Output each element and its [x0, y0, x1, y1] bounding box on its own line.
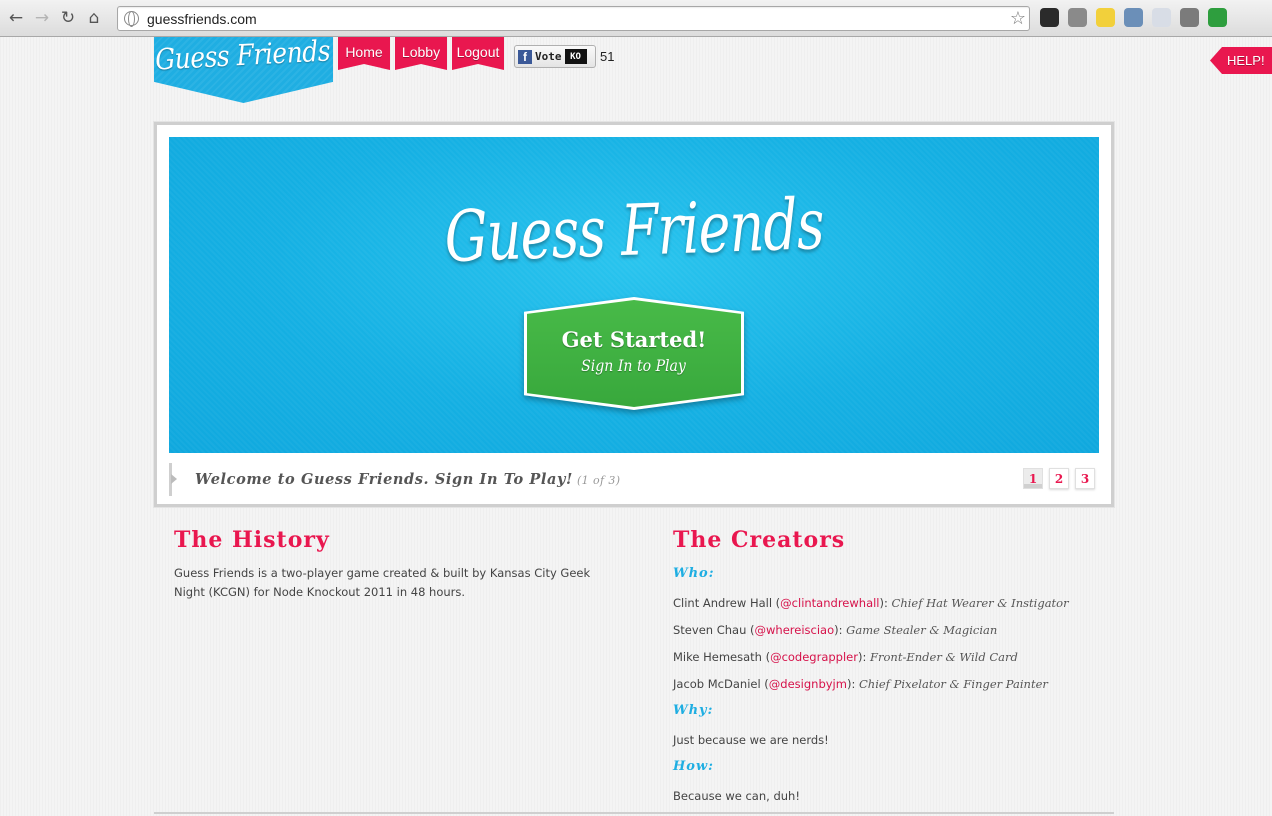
- why-label: Why:: [673, 703, 714, 718]
- get-started-button[interactable]: Get Started! Sign In to Play: [524, 297, 744, 410]
- page-button-1[interactable]: 1: [1023, 468, 1043, 489]
- creator-row: Clint Andrew Hall (@clintandrewhall): Ch…: [673, 596, 1069, 610]
- caption-count: (1 of 3): [576, 474, 621, 487]
- creator-name: Jacob McDaniel (: [673, 677, 769, 691]
- history-text: Guess Friends is a two-player game creat…: [174, 566, 591, 599]
- knockout-badge-icon: KO: [564, 49, 587, 64]
- home-icon[interactable]: ⌂: [81, 5, 107, 31]
- why-text: Just because we are nerds!: [673, 733, 829, 747]
- creator-name: Steven Chau (: [673, 623, 755, 637]
- caption-text: Welcome to Guess Friends. Sign In To Pla…: [195, 471, 621, 488]
- creator-row: Jacob McDaniel (@designbyjm): Chief Pixe…: [673, 677, 1048, 691]
- octocat-icon[interactable]: [1040, 8, 1059, 27]
- eyedropper-icon[interactable]: [1124, 8, 1143, 27]
- history-title: The History: [174, 527, 330, 553]
- url-text[interactable]: guessfriends.com: [147, 11, 257, 27]
- creator-role: Chief Hat Wearer & Instigator: [891, 596, 1069, 610]
- vote-count: 51: [600, 49, 615, 64]
- mail-icon[interactable]: [1152, 8, 1171, 27]
- logo-text: Guess Friends: [154, 33, 331, 77]
- gear-icon[interactable]: [1068, 8, 1087, 27]
- creator-role: Chief Pixelator & Finger Painter: [858, 677, 1048, 691]
- who-label: Who:: [673, 566, 715, 581]
- creator-handle-link[interactable]: @codegrappler: [770, 650, 858, 664]
- page-button-3[interactable]: 3: [1075, 468, 1095, 489]
- nav-lobby-button[interactable]: Lobby: [395, 37, 447, 70]
- site-logo[interactable]: Guess Friends: [154, 37, 333, 103]
- how-label: How:: [673, 759, 714, 774]
- creator-role: Game Stealer & Magician: [846, 623, 998, 637]
- browser-toolbar: ← → ↻ ⌂ guessfriends.com ☆: [0, 0, 1272, 37]
- footer-divider: [154, 812, 1114, 816]
- creator-separator: ):: [858, 650, 871, 664]
- caption-arrow-icon: [171, 474, 177, 484]
- tag-icon[interactable]: [1180, 8, 1199, 27]
- reload-icon[interactable]: ↻: [55, 5, 81, 31]
- creator-separator: ):: [846, 677, 859, 691]
- creator-separator: ):: [834, 623, 847, 637]
- slide-caption: Welcome to Guess Friends. Sign In To Pla…: [169, 463, 1099, 496]
- back-icon[interactable]: ←: [3, 5, 29, 31]
- creator-separator: ):: [879, 596, 892, 610]
- creator-name: Clint Andrew Hall (: [673, 596, 781, 610]
- slide-banner: Guess Friends Get Started! Sign In to Pl…: [169, 137, 1099, 453]
- creator-role: Front-Ender & Wild Card: [870, 650, 1018, 664]
- vote-label: Vote: [535, 50, 562, 63]
- globe-icon: [124, 11, 139, 27]
- help-button[interactable]: HELP!: [1210, 47, 1272, 74]
- extension-icons: [1040, 8, 1227, 27]
- creator-row: Mike Hemesath (@codegrappler): Front-End…: [673, 650, 1018, 664]
- banner-title: Guess Friends: [443, 182, 825, 279]
- forward-icon[interactable]: →: [29, 5, 55, 31]
- nav-logout-button[interactable]: Logout: [452, 37, 504, 70]
- creator-handle-link[interactable]: @whereisciao: [755, 623, 835, 637]
- cta-main-label: Get Started!: [561, 326, 707, 352]
- creator-handle-link[interactable]: @designbyjm: [769, 677, 847, 691]
- creator-handle-link[interactable]: @clintandrewhall: [780, 596, 879, 610]
- creator-row: Steven Chau (@whereisciao): Game Stealer…: [673, 623, 997, 637]
- nav-home-button[interactable]: Home: [338, 37, 390, 70]
- facebook-icon: f: [518, 49, 532, 64]
- creators-title: The Creators: [673, 527, 846, 553]
- how-text: Because we can, duh!: [673, 789, 800, 803]
- note-icon[interactable]: [1096, 8, 1115, 27]
- cta-sub-label: Sign In to Play: [581, 355, 687, 375]
- page-button-2[interactable]: 2: [1049, 468, 1069, 489]
- creator-name: Mike Hemesath (: [673, 650, 771, 664]
- feature-slider: Guess Friends Get Started! Sign In to Pl…: [154, 122, 1114, 507]
- slide-pager: 123: [1023, 468, 1095, 489]
- vote-button[interactable]: f Vote KO: [514, 45, 596, 68]
- address-bar[interactable]: guessfriends.com ☆: [117, 6, 1030, 31]
- bookmark-star-icon[interactable]: ☆: [1010, 8, 1026, 29]
- recycle-icon[interactable]: [1208, 8, 1227, 27]
